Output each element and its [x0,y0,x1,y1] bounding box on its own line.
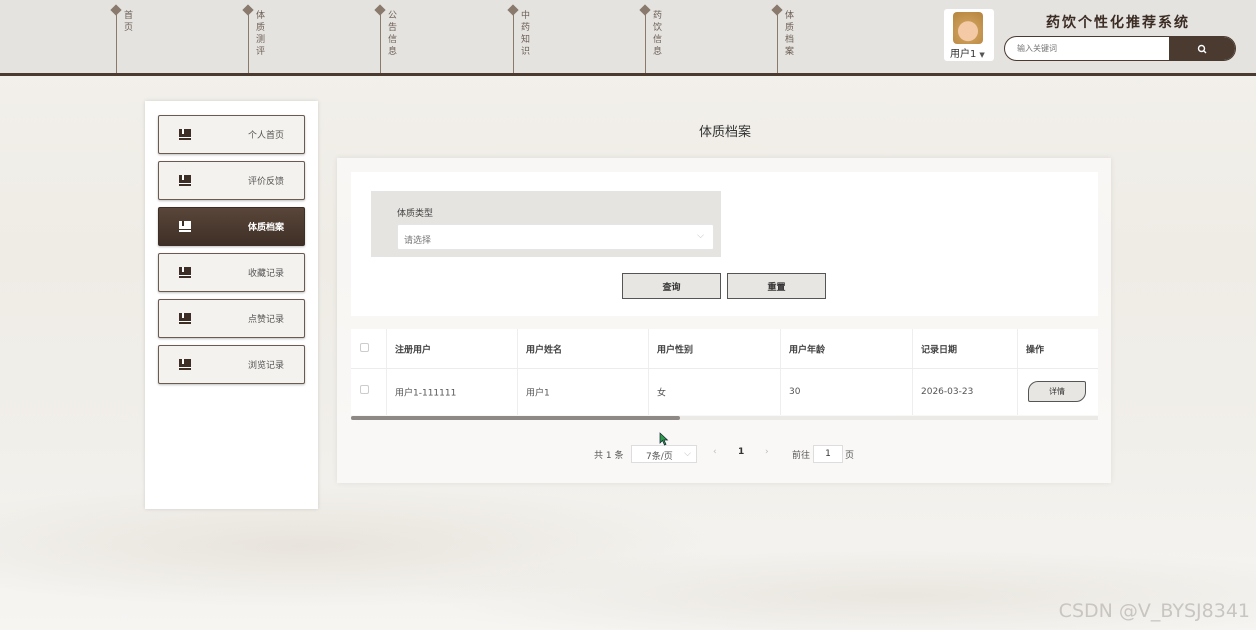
book-icon [179,359,191,370]
chevron-down-icon: ⌵ [684,449,691,459]
search-button[interactable] [1169,37,1235,60]
nav-label: 中药知识 [521,11,531,57]
mouse-cursor-icon [659,432,669,446]
filter-label: 体质类型 [397,209,434,219]
cell-user: 用户1-111111 [395,388,457,399]
cell-age: 30 [789,387,801,397]
column-header: 注册用户 [395,345,432,355]
caret-down-icon: ▼ [979,51,985,59]
nav-item-constitution-test[interactable]: 体质测评 [242,0,304,73]
nav-label: 体质测评 [256,11,266,57]
page-size-select[interactable]: 7条/页 ⌵ [631,445,697,463]
column-header: 用户性别 [657,345,694,355]
sidebar-item-label: 体质档案 [247,223,284,233]
scrollbar-thumb[interactable] [351,416,680,420]
cell-name: 用户1 [526,388,550,399]
book-icon [179,129,191,140]
cell-date: 2026-03-23 [921,387,974,397]
nav-label: 体质档案 [785,11,795,57]
next-page-icon[interactable]: › [765,447,769,457]
page-size-value: 7条/页 [646,452,673,462]
nav-item-constitution-archive[interactable]: 体质档案 [771,0,833,73]
avatar [953,12,983,44]
prev-page-icon[interactable]: ‹ [713,447,717,457]
reset-button[interactable]: 重置 [727,273,826,299]
column-header: 记录日期 [921,345,958,355]
total-count: 共 1 条 [594,451,624,461]
book-icon [179,221,191,232]
nav-item-drink-info[interactable]: 药饮信息 [639,0,701,73]
nav-label: 首页 [124,11,134,33]
table-header: 注册用户 用户姓名 用户性别 用户年龄 记录日期 操作 [351,329,1098,369]
query-button[interactable]: 查询 [622,273,721,299]
goto-page-input[interactable] [813,445,843,463]
select-placeholder: 请选择 [404,236,432,246]
sidebar-item-likes[interactable]: 点赞记录 [158,299,305,338]
column-header: 用户年龄 [789,345,826,355]
search-bar [1004,36,1236,61]
nav-item-announcements[interactable]: 公告信息 [374,0,436,73]
goto-unit: 页 [845,451,855,461]
sidebar-item-favorites[interactable]: 收藏记录 [158,253,305,292]
page-title: 体质档案 [698,125,751,140]
sidebar-item-label: 收藏记录 [247,269,284,279]
current-page[interactable]: 1 [738,447,744,457]
top-nav-bar: 首页 体质测评 公告信息 中药知识 药饮信息 体质档案 用户1 ▼ 药饮个性化推荐… [0,0,1256,76]
select-all-checkbox[interactable] [360,343,369,352]
sidebar-item-label: 个人首页 [247,131,284,141]
sidebar-item-label: 评价反馈 [247,177,284,187]
sidebar-item-label: 点赞记录 [247,315,284,325]
sidebar-item-constitution-archive[interactable]: 体质档案 [158,207,305,246]
sidebar-item-feedback[interactable]: 评价反馈 [158,161,305,200]
user-menu[interactable]: 用户1 ▼ [944,9,994,61]
detail-button[interactable]: 详情 [1028,381,1086,402]
horizontal-scrollbar[interactable] [351,416,1098,420]
nav-item-herbal-knowledge[interactable]: 中药知识 [507,0,569,73]
user-name: 用户1 [950,49,977,60]
book-icon [179,175,191,186]
chevron-down-icon: ⌵ [697,231,704,241]
nav-label: 药饮信息 [653,11,663,57]
cell-gender: 女 [657,388,667,399]
nav-item-home[interactable]: 首页 [110,0,172,73]
book-icon [179,267,191,278]
data-table: 注册用户 用户姓名 用户性别 用户年龄 记录日期 操作 用户1-111111 用… [351,329,1098,415]
pagination: 共 1 条 7条/页 ⌵ ‹ 1 › 前往 页 [0,444,1256,464]
book-icon [179,313,191,324]
sidebar-item-label: 浏览记录 [247,361,284,371]
search-input[interactable] [1005,37,1171,60]
column-header: 操作 [1026,345,1045,355]
goto-label: 前往 [792,451,811,461]
sidebar-item-history[interactable]: 浏览记录 [158,345,305,384]
column-header: 用户姓名 [526,345,563,355]
watermark: CSDN @V_BYSJ8341 [1058,600,1250,622]
table-row: 用户1-111111 用户1 女 30 2026-03-23 详情 [351,369,1098,415]
site-title: 药饮个性化推荐系统 [1046,15,1190,31]
row-checkbox[interactable] [360,385,369,394]
sidebar-item-home[interactable]: 个人首页 [158,115,305,154]
nav-label: 公告信息 [388,11,398,57]
search-icon [1197,44,1207,53]
constitution-type-select[interactable]: 请选择 ⌵ [397,224,714,250]
